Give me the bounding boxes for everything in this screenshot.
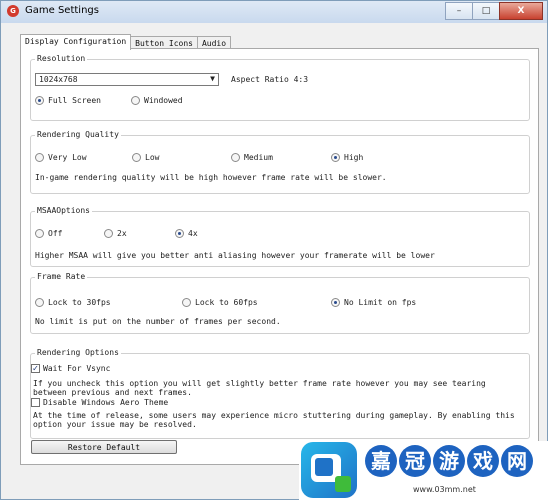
radio-label: Windowed [144, 95, 183, 105]
radio-label: 4x [188, 228, 198, 238]
radio-medium[interactable]: Medium [231, 151, 273, 163]
radio-label: Off [48, 228, 63, 238]
display-configuration-panel: Resolution 1024x768 ▼ Aspect Ratio 4:3 F… [20, 48, 539, 465]
game-settings-window: G Game Settings – □ X Display Configurat… [0, 0, 548, 500]
radio-label: Lock to 30fps [48, 297, 111, 307]
radio-low[interactable]: Low [132, 151, 159, 163]
aspect-ratio-text: Aspect Ratio 4:3 [231, 75, 309, 84]
rendering-options-label: Rendering Options [35, 348, 121, 357]
msaa-group: MSAAOptions Off 2x 4x Higher MSAA will g… [30, 206, 530, 267]
checkbox-label: Wait For Vsync [43, 364, 111, 373]
radio-label: Very Low [48, 152, 87, 162]
resolution-value: 1024x768 [39, 75, 78, 84]
rendering-quality-group: Rendering Quality Very Low Low Medium Hi… [30, 130, 530, 194]
resolution-group: Resolution 1024x768 ▼ Aspect Ratio 4:3 F… [30, 54, 530, 121]
window-controls: – □ X [445, 2, 543, 20]
radio-windowed[interactable]: Windowed [131, 94, 183, 106]
radio-unselected-icon [104, 228, 113, 238]
radio-unselected-icon [231, 152, 240, 162]
radio-label: Full Screen [48, 95, 101, 105]
close-button[interactable]: X [499, 2, 543, 20]
minimize-button[interactable]: – [445, 2, 473, 20]
app-icon[interactable]: G [7, 5, 19, 17]
radio-unselected-icon [132, 152, 141, 162]
checkbox-wait-for-vsync[interactable]: ✓ Wait For Vsync [31, 364, 110, 373]
msaa-label: MSAAOptions [35, 206, 92, 215]
watermark-char: 游 [433, 445, 465, 477]
window-title: Game Settings [25, 5, 99, 16]
tab-display-configuration[interactable]: Display Configuration [20, 34, 132, 50]
radio-label: No Limit on fps [344, 297, 417, 307]
radio-full-screen[interactable]: Full Screen [35, 94, 101, 106]
radio-unselected-icon [182, 297, 191, 307]
rendering-quality-description: In-game rendering quality will be high h… [35, 173, 387, 182]
radio-selected-icon [35, 95, 44, 105]
title-bar[interactable]: G Game Settings – □ X [1, 1, 547, 23]
checkbox-disable-aero[interactable]: Disable Windows Aero Theme [31, 398, 168, 407]
radio-very-low[interactable]: Very Low [35, 151, 87, 163]
frame-rate-group: Frame Rate Lock to 30fps Lock to 60fps N… [30, 272, 530, 334]
radio-msaa-4x[interactable]: 4x [175, 227, 198, 239]
radio-lock-60fps[interactable]: Lock to 60fps [182, 296, 258, 308]
radio-label: Low [145, 152, 160, 162]
site-watermark: 嘉 冠 游 戏 网 www.03mm.net [299, 441, 548, 500]
radio-msaa-off[interactable]: Off [35, 227, 62, 239]
watermark-url: www.03mm.net [413, 485, 476, 494]
chevron-down-icon: ▼ [210, 74, 215, 83]
rendering-options-group: Rendering Options ✓ Wait For Vsync If yo… [30, 348, 530, 439]
watermark-char: 网 [501, 445, 533, 477]
radio-lock-30fps[interactable]: Lock to 30fps [35, 296, 111, 308]
watermark-char: 戏 [467, 445, 499, 477]
radio-label: 2x [117, 228, 127, 238]
radio-no-limit-fps[interactable]: No Limit on fps [331, 296, 416, 308]
watermark-logo-icon [301, 442, 357, 498]
checkbox-label: Disable Windows Aero Theme [43, 398, 169, 407]
resolution-label: Resolution [35, 54, 88, 63]
watermark-text: 嘉 冠 游 戏 网 [365, 445, 535, 477]
checkmark-icon: ✓ [31, 364, 40, 373]
aero-description: At the time of release, some users may e… [33, 411, 515, 429]
radio-unselected-icon [35, 297, 44, 307]
resolution-dropdown[interactable]: 1024x768 ▼ [35, 73, 219, 86]
checkbox-unchecked-icon [31, 398, 40, 407]
radio-selected-icon [331, 297, 340, 307]
radio-selected-icon [331, 152, 340, 162]
radio-selected-icon [175, 228, 184, 238]
frame-rate-label: Frame Rate [35, 272, 88, 281]
frame-rate-description: No limit is put on the number of frames … [35, 317, 281, 326]
tab-strip: Display Configuration Button Icons Audio [20, 34, 232, 50]
watermark-char: 冠 [399, 445, 431, 477]
radio-unselected-icon [35, 152, 44, 162]
radio-unselected-icon [131, 95, 140, 105]
radio-high[interactable]: High [331, 151, 363, 163]
restore-default-button[interactable]: Restore Default [31, 440, 177, 454]
msaa-description: Higher MSAA will give you better anti al… [35, 251, 435, 260]
rendering-quality-label: Rendering Quality [35, 130, 121, 139]
watermark-char: 嘉 [365, 445, 397, 477]
radio-msaa-2x[interactable]: 2x [104, 227, 127, 239]
radio-label: Lock to 60fps [195, 297, 258, 307]
radio-label: Medium [244, 152, 273, 162]
radio-unselected-icon [35, 228, 44, 238]
vsync-description: If you uncheck this option you will get … [33, 379, 486, 397]
radio-label: High [344, 152, 364, 162]
maximize-button[interactable]: □ [472, 2, 500, 20]
